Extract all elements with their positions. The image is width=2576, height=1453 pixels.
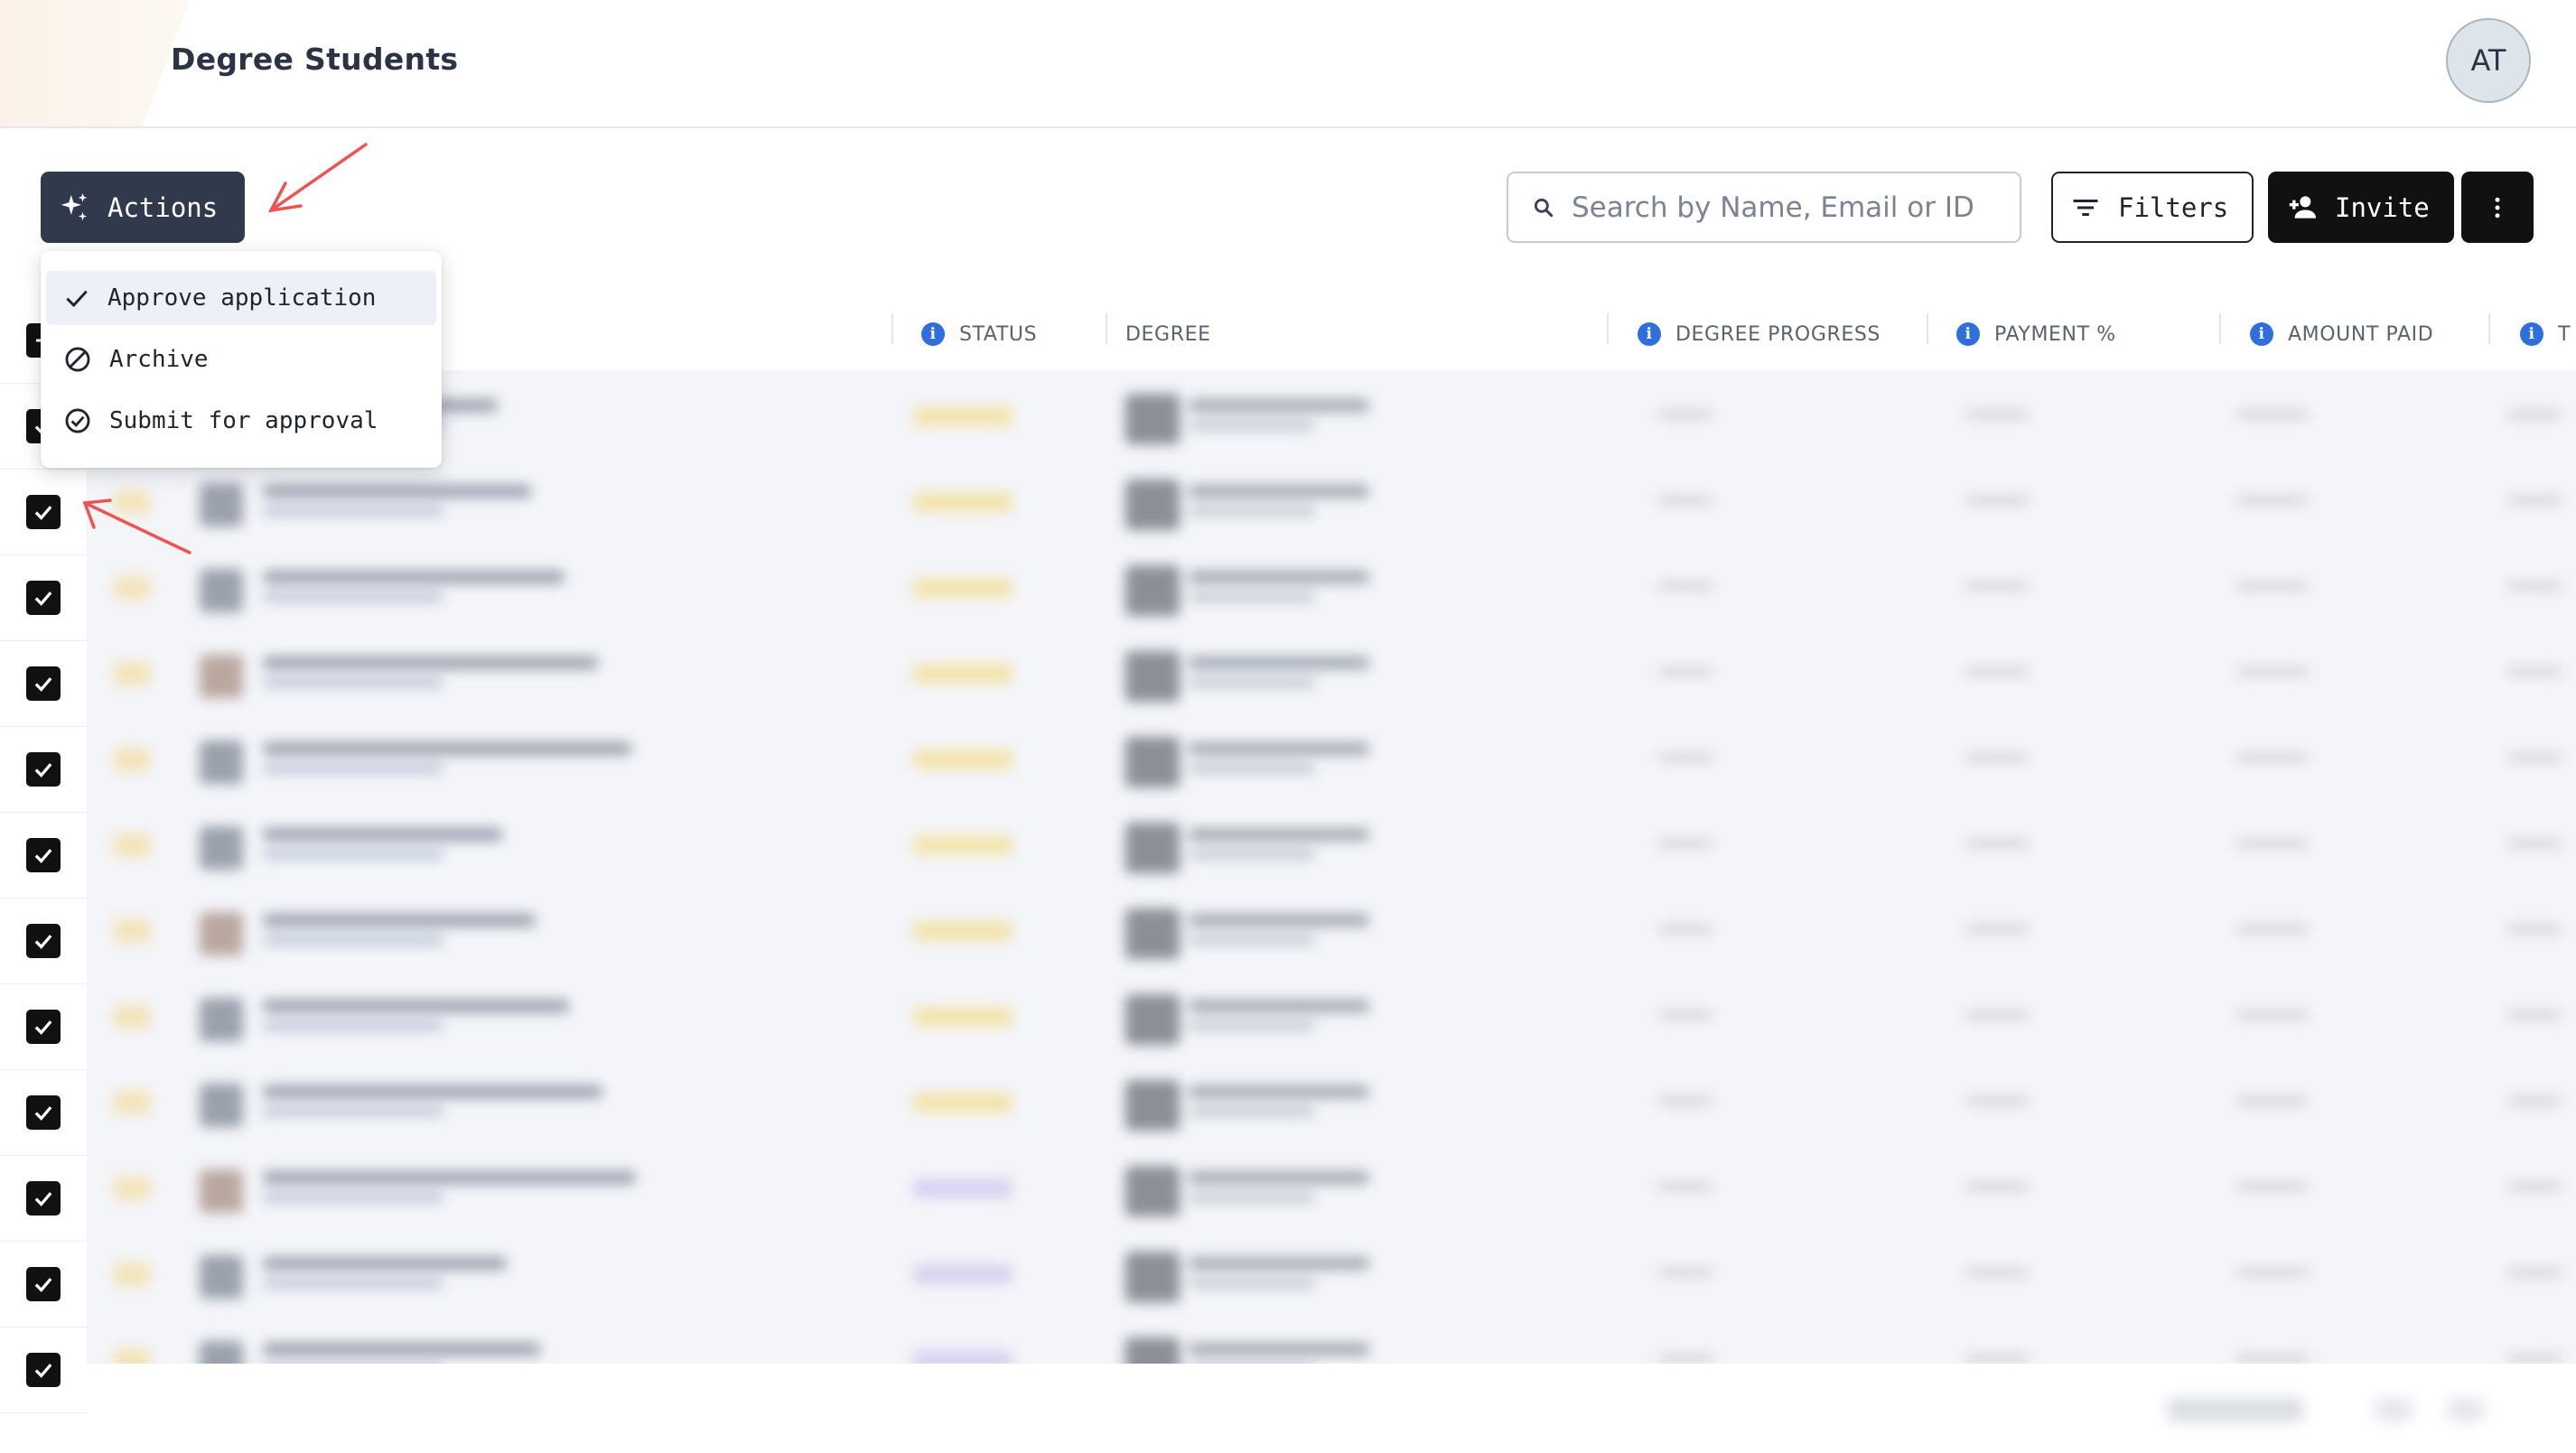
annotation-overlay	[82, 143, 368, 554]
annotation-arrow	[82, 498, 191, 554]
annotation-arrow	[267, 143, 368, 213]
pagination-blurred	[2159, 1382, 2520, 1436]
